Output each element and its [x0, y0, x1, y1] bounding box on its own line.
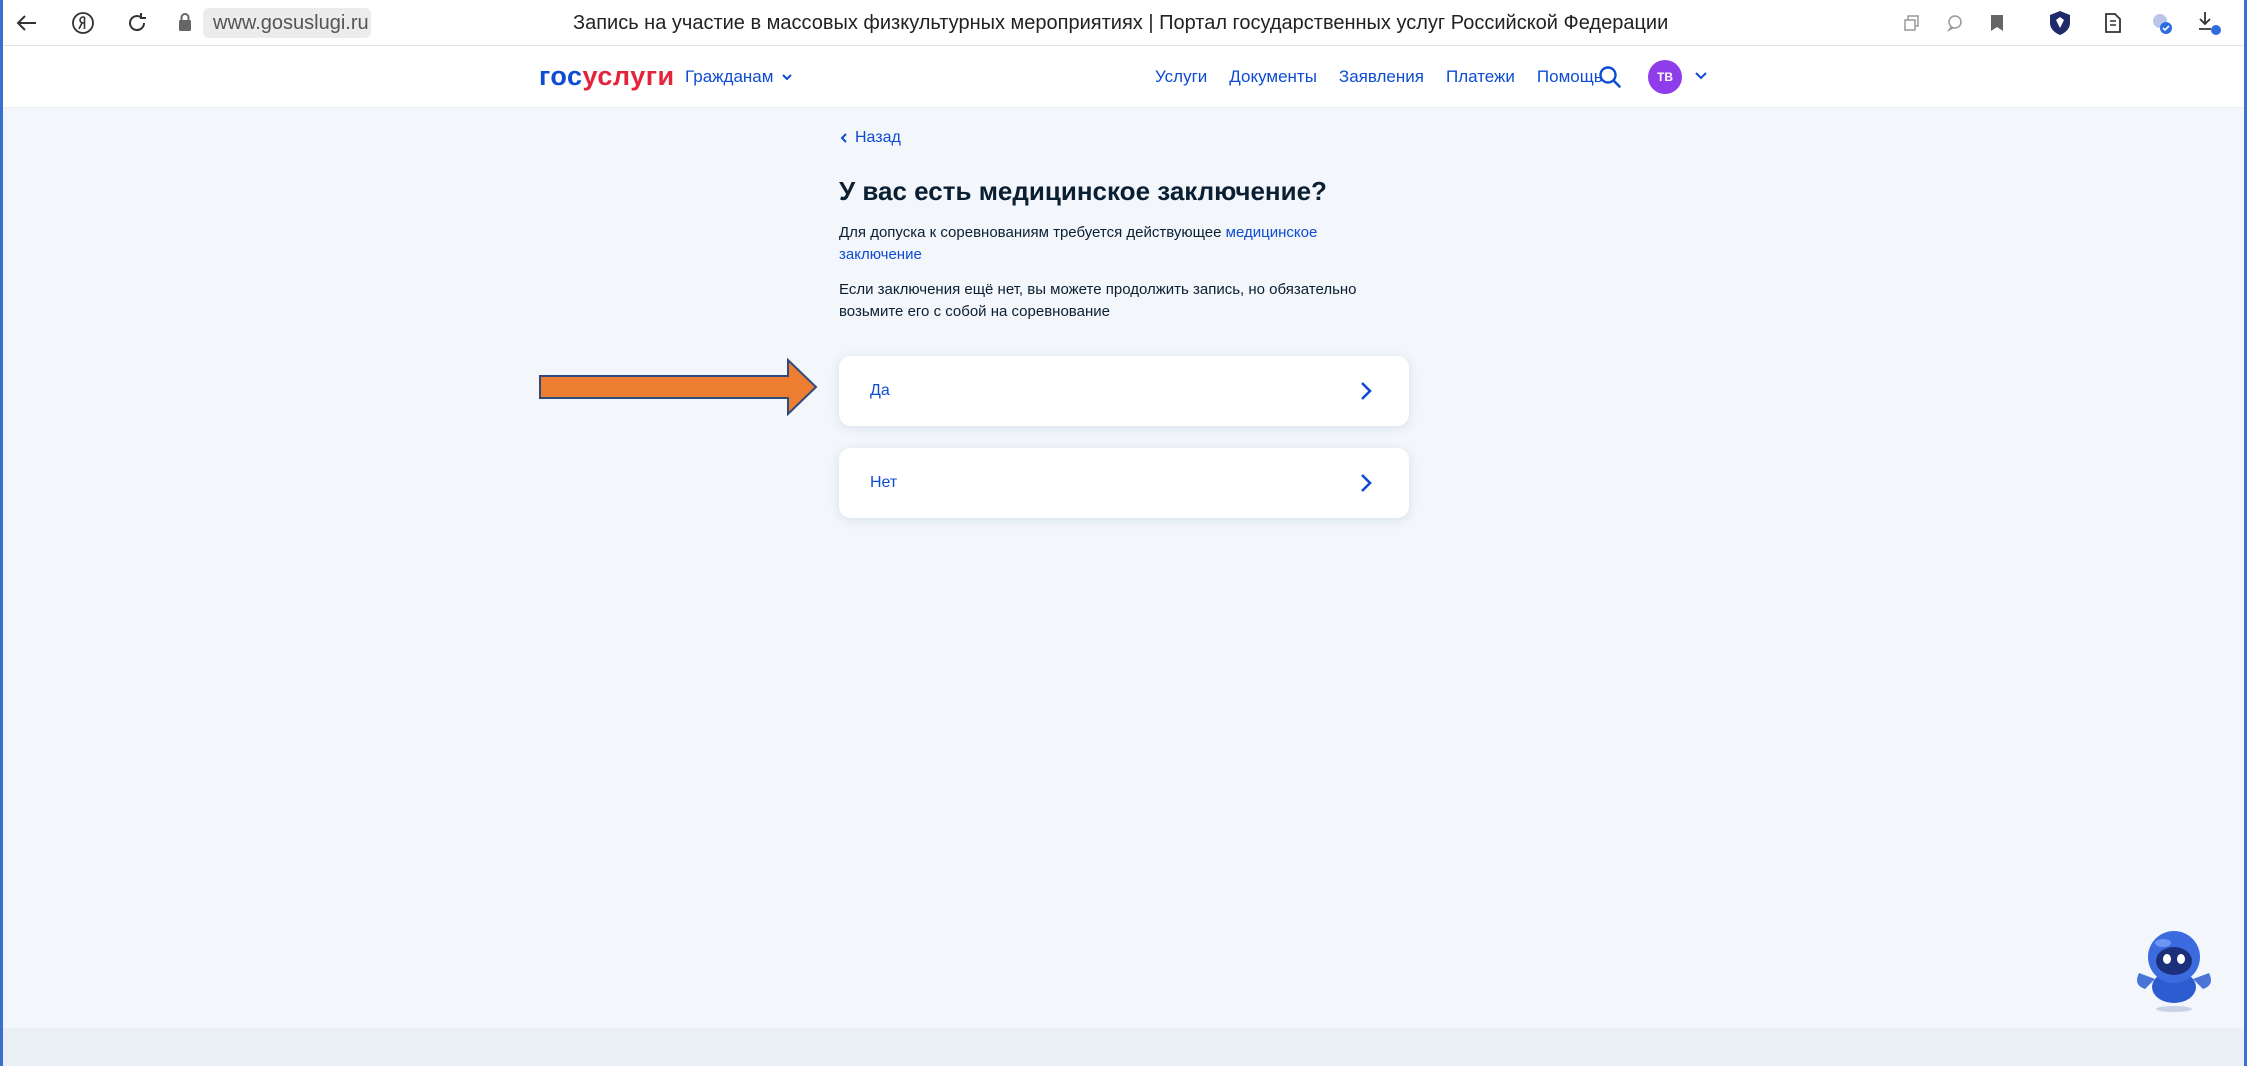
- page-tab-title: Запись на участие в массовых физкультурн…: [573, 12, 1669, 34]
- browser-toolbar: www.gosuslugi.ru Запись на участие в мас…: [3, 0, 2244, 46]
- chevron-right-icon: [1361, 382, 1372, 400]
- annotation-arrow: [539, 358, 818, 416]
- bookmark-icon[interactable]: [1981, 7, 2013, 39]
- lock-icon: [179, 13, 191, 31]
- search-icon[interactable]: [1597, 64, 1623, 90]
- nav-services[interactable]: Услуги: [1155, 66, 1207, 88]
- option-no-button[interactable]: Нет: [839, 448, 1409, 518]
- chevron-down-icon: [782, 74, 793, 81]
- option-no-label: Нет: [870, 474, 898, 491]
- footer-strip: [3, 1028, 2244, 1066]
- chat-icon[interactable]: [1939, 7, 1971, 39]
- address-bar[interactable]: www.gosuslugi.ru: [203, 8, 371, 38]
- gosuslugi-logo[interactable]: госуслуги: [539, 60, 675, 92]
- nav-payments[interactable]: Платежи: [1446, 66, 1515, 88]
- nav-applications[interactable]: Заявления: [1339, 66, 1424, 88]
- option-yes-label: Да: [870, 382, 890, 399]
- account-icon[interactable]: [2146, 7, 2178, 39]
- back-link[interactable]: Назад: [839, 128, 901, 148]
- back-label: Назад: [855, 129, 901, 146]
- citizens-dropdown[interactable]: Гражданам: [685, 66, 793, 88]
- hint-text: Если заключения ещё нет, вы можете продо…: [839, 281, 1357, 320]
- chevron-down-icon[interactable]: [1693, 68, 1709, 84]
- site-header: госуслуги Гражданам Услуги Документы Зая…: [3, 46, 2244, 108]
- chevron-left-icon: [840, 133, 847, 143]
- tab-icon[interactable]: [1896, 7, 1928, 39]
- robot-assistant-icon[interactable]: [2133, 923, 2215, 1015]
- extension-icon[interactable]: [2097, 7, 2129, 39]
- requirement-text: Для допуска к соревнованиям требуется де…: [839, 224, 1318, 263]
- shield-icon[interactable]: [2044, 7, 2076, 39]
- chevron-right-icon: [1361, 474, 1372, 492]
- citizens-label: Гражданам: [685, 67, 774, 86]
- user-avatar[interactable]: ТВ: [1648, 60, 1682, 94]
- yandex-icon[interactable]: [67, 7, 99, 39]
- main-nav: Услуги Документы Заявления Платежи Помощ…: [1155, 66, 1603, 88]
- reload-icon[interactable]: [121, 7, 153, 39]
- main-content: Назад У вас есть медицинское заключение?…: [3, 108, 2244, 1028]
- download-icon[interactable]: [2193, 7, 2225, 39]
- page-title: У вас есть медицинское заключение?: [839, 176, 1327, 206]
- option-yes-button[interactable]: Да: [839, 356, 1409, 426]
- nav-documents[interactable]: Документы: [1229, 66, 1317, 88]
- nav-help[interactable]: Помощь: [1537, 66, 1603, 88]
- back-arrow-icon[interactable]: [11, 7, 43, 39]
